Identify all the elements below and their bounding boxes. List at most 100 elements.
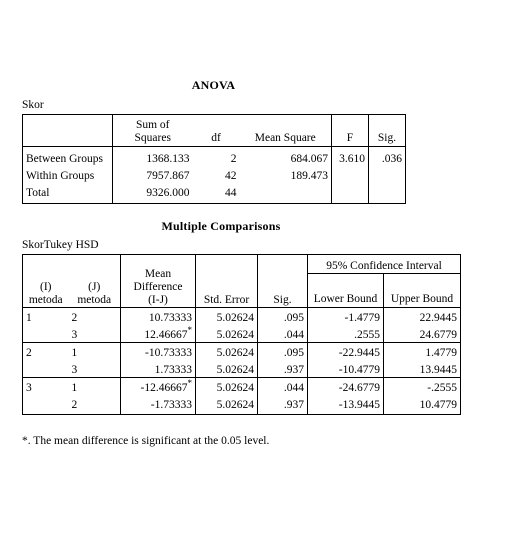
mc-col-upper-bound: Upper Bound — [382, 290, 461, 308]
anova-cell-sig — [368, 183, 406, 204]
mc-cell-std-error: 5.02624 — [195, 325, 258, 343]
anova-cell-sum-of-squares: 1368.133 — [112, 146, 193, 166]
anova-col-f: F — [331, 114, 369, 147]
mc-cell-upper-bound: 13.9445 — [382, 360, 461, 378]
anova-section: ANOVA Skor Sum of Squares df Mean Square… — [22, 78, 406, 204]
anova-col-rowheader — [22, 114, 113, 147]
mc-cell-upper-bound: -.2555 — [382, 377, 461, 395]
anova-cell-df: 2 — [230, 153, 237, 165]
mc-cell-std-error: 5.02624 — [195, 307, 258, 325]
mc-header-row-top: (I) metoda (J) metoda Mean Difference (I… — [22, 254, 461, 308]
mc-cell-lower-bound: -24.6779 — [307, 377, 384, 395]
mc-cell-mean-difference: 1.73333 — [120, 360, 196, 378]
mc-col-j-metoda-line2: metoda — [77, 294, 112, 306]
table-row: Total 9326.000 44 — [23, 183, 406, 204]
mc-cell-lower-bound: -13.9445 — [307, 395, 384, 415]
mc-col-mean-difference-line3: (I-J) — [148, 294, 168, 306]
mc-col-sig: Sig. — [257, 254, 308, 308]
significance-star: * — [187, 325, 193, 336]
mc-cell-i-metoda — [23, 395, 69, 415]
multiple-comparisons-caption: SkorTukey HSD — [22, 239, 99, 251]
mc-cell-sig: .095 — [257, 342, 308, 360]
mc-col-i-metoda: (I) metoda — [22, 254, 69, 308]
mc-cell-mean-difference: -12.46667* — [120, 377, 196, 395]
table-row: 3 1 -12.46667* 5.02624 .044 -24.6779 -.2… — [22, 377, 461, 395]
mc-cell-sig: .044 — [257, 377, 308, 395]
multiple-comparisons-title: Multiple Comparisons — [161, 219, 281, 233]
table-row: 3 12.46667* 5.02624 .044 .2555 24.6779 — [23, 325, 461, 343]
anova-row-source: Within Groups — [26, 170, 95, 182]
mc-col-confidence-interval: 95% Confidence Interval — [306, 254, 461, 274]
mc-cell-upper-bound: 10.4779 — [382, 395, 461, 415]
mc-cell-std-error: 5.02624 — [195, 360, 258, 378]
anova-caption: Skor — [22, 99, 44, 111]
significance-star: * — [187, 378, 193, 389]
mc-col-i-metoda-line1: (I) — [40, 281, 52, 293]
mc-cell-upper-bound: 1.4779 — [382, 342, 461, 360]
anova-col-mean-square: Mean Square — [239, 114, 332, 147]
anova-table-head: Sum of Squares df Mean Square F Sig. — [22, 114, 406, 147]
table-row: 3 1.73333 5.02624 .937 -10.4779 13.9445 — [23, 360, 461, 378]
anova-col-sig: Sig. — [368, 114, 406, 147]
anova-cell-mean-square: 684.067 — [290, 153, 328, 165]
mc-cell-j-metoda: 2 — [71, 312, 78, 324]
anova-cell-sig: .036 — [368, 146, 406, 166]
mc-cell-std-error: 5.02624 — [195, 395, 258, 415]
mc-cell-mean-difference: 12.46667* — [120, 325, 196, 343]
mc-col-j-metoda: (J) metoda — [68, 254, 121, 308]
table-row: 2 1 -10.73333 5.02624 .095 -22.9445 1.47… — [22, 342, 461, 360]
table-row: Within Groups 7957.867 42 189.473 — [23, 166, 406, 183]
anova-cell-mean-square: 189.473 — [290, 170, 328, 182]
mc-cell-upper-bound: 24.6779 — [382, 325, 461, 343]
anova-cell-f — [331, 166, 369, 183]
anova-col-sum-of-squares-line1: Sum of — [135, 119, 170, 131]
mc-cell-j-metoda: 2 — [71, 399, 78, 411]
anova-cell-df: 42 — [225, 170, 237, 182]
table-row: 1 2 10.73333 5.02624 .095 -1.4779 22.944… — [23, 307, 461, 325]
anova-cell-sig — [368, 166, 406, 183]
anova-cell-f: 3.610 — [331, 146, 369, 166]
mc-cell-i-metoda — [23, 360, 69, 378]
mc-cell-mean-difference: -1.73333 — [120, 395, 196, 415]
anova-header-row: Sum of Squares df Mean Square F Sig. — [22, 114, 406, 147]
mc-cell-mean-difference: 10.73333 — [120, 307, 196, 325]
mc-cell-i-metoda: 1 — [26, 312, 32, 324]
mc-col-mean-difference-line2: Difference — [133, 281, 183, 293]
multiple-comparisons-section: Multiple Comparisons SkorTukey HSD (I) m… — [22, 219, 462, 415]
anova-cell-df: 44 — [225, 187, 237, 199]
mc-cell-j-metoda: 1 — [68, 342, 121, 360]
anova-col-df: df — [192, 114, 240, 147]
table-row: 2 -1.73333 5.02624 .937 -13.9445 10.4779 — [23, 395, 461, 415]
mc-cell-lower-bound: -22.9445 — [307, 342, 384, 360]
mc-cell-sig: .937 — [257, 395, 308, 415]
anova-title: ANOVA — [191, 78, 236, 92]
multiple-comparisons-table: (I) metoda (J) metoda Mean Difference (I… — [22, 254, 462, 415]
anova-col-sum-of-squares: Sum of Squares — [112, 114, 193, 147]
mc-cell-j-metoda: 1 — [68, 377, 121, 395]
mc-cell-lower-bound: -1.4779 — [307, 307, 384, 325]
mc-col-mean-difference: Mean Difference (I-J) — [120, 254, 196, 308]
anova-table: Sum of Squares df Mean Square F Sig. Bet… — [22, 114, 406, 204]
mc-cell-upper-bound: 22.9445 — [382, 307, 461, 325]
anova-cell-sum-of-squares: 9326.000 — [112, 183, 193, 204]
mc-col-lower-bound-spacer — [307, 273, 384, 290]
anova-cell-sum-of-squares: 7957.867 — [112, 166, 193, 183]
mc-cell-std-error: 5.02624 — [195, 342, 258, 360]
mc-col-upper-bound-spacer — [382, 273, 461, 290]
mc-col-j-metoda-line1: (J) — [88, 281, 101, 293]
mc-col-i-metoda-line2: metoda — [28, 294, 63, 306]
anova-col-sum-of-squares-line2: Squares — [134, 132, 171, 144]
anova-table-body: Between Groups 1368.133 2 684.067 3.610 … — [23, 146, 406, 204]
significance-footnote: *. The mean difference is significant at… — [22, 435, 270, 447]
mc-cell-i-metoda: 3 — [22, 377, 69, 395]
mc-cell-i-metoda: 2 — [22, 342, 69, 360]
mc-col-lower-bound: Lower Bound — [307, 290, 384, 308]
mc-cell-lower-bound: -10.4779 — [307, 360, 384, 378]
table-row: Between Groups 1368.133 2 684.067 3.610 … — [23, 146, 406, 166]
mc-col-std-error: Std. Error — [195, 254, 258, 308]
mc-col-mean-difference-line1: Mean — [144, 268, 172, 280]
mc-cell-j-metoda: 3 — [71, 364, 78, 376]
anova-row-source: Between Groups — [26, 153, 103, 165]
mc-cell-std-error: 5.02624 — [195, 377, 258, 395]
mc-cell-i-metoda — [23, 325, 69, 343]
